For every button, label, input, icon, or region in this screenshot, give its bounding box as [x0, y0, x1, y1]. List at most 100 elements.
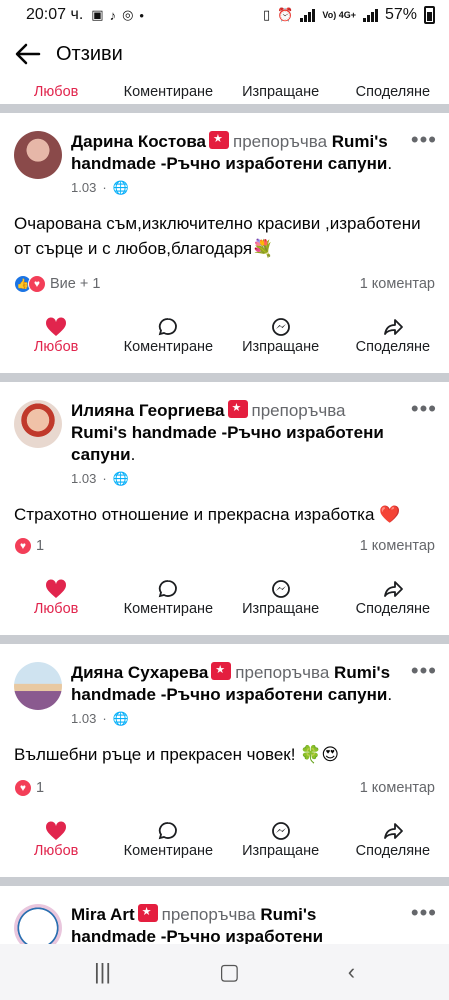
recommend-badge-icon	[209, 131, 230, 149]
comment-label: Коментиране	[123, 601, 214, 617]
share-button[interactable]: Споделяне	[337, 579, 449, 617]
comment-label: Коментиране	[123, 843, 214, 859]
dot-separator: ·	[102, 180, 107, 195]
battery-percent: 57%	[384, 6, 417, 23]
messenger-icon	[271, 822, 290, 840]
avatar[interactable]	[14, 400, 62, 448]
send-label: Изпращане	[242, 843, 320, 859]
more-options-icon[interactable]: •••	[411, 396, 437, 422]
vibrate-icon: ▯	[263, 7, 271, 22]
reaction-icons[interactable]: ♥	[14, 537, 32, 555]
messenger-icon	[271, 318, 290, 336]
author-name[interactable]: Mira Art	[71, 905, 135, 924]
comment-button[interactable]: Коментиране	[112, 317, 224, 355]
send-button[interactable]: Изпращане	[225, 821, 337, 859]
send-button[interactable]: Изпращане	[225, 579, 337, 617]
share-button[interactable]: Споделяне	[337, 78, 449, 100]
send-button[interactable]: Изпращане	[225, 78, 337, 100]
love-label: Любов	[33, 843, 79, 859]
comment-count[interactable]: 1 коментар	[360, 276, 435, 292]
recommends-text: препоръчва	[251, 401, 346, 420]
author-name[interactable]: Дияна Сухарева	[71, 663, 208, 682]
comment-button[interactable]: Коментиране	[112, 821, 224, 859]
share-icon	[383, 581, 403, 597]
status-time: 20:07 ч.	[26, 6, 84, 23]
dot-separator: ·	[102, 711, 107, 726]
more-options-icon[interactable]: •••	[411, 127, 437, 153]
author-name[interactable]: Дарина Костова	[71, 132, 206, 151]
reaction-icons[interactable]: ♥	[14, 779, 32, 797]
signal-icon-2	[362, 8, 378, 22]
comment-icon	[159, 580, 178, 598]
more-options-icon[interactable]: •••	[411, 900, 437, 926]
messenger-icon	[271, 580, 290, 598]
love-label: Любов	[33, 84, 79, 100]
reaction-count[interactable]: 1	[36, 780, 44, 796]
more-options-icon[interactable]: •••	[411, 658, 437, 684]
share-label: Споделяне	[355, 84, 431, 100]
love-button[interactable]: Любов	[0, 579, 112, 617]
review-text: Вълшебни ръце и прекрасен човек! 🍀😍	[14, 745, 340, 764]
avatar[interactable]	[14, 131, 62, 179]
send-label: Изпращане	[242, 339, 320, 355]
love-button[interactable]: Любов	[0, 317, 112, 355]
review-text: Очарована съм,изключително красиви ,изра…	[14, 214, 421, 258]
back-nav-icon[interactable]: ‹	[348, 959, 355, 985]
author-name[interactable]: Илияна Георгиева	[71, 401, 225, 420]
battery-icon	[424, 6, 435, 24]
reaction-count[interactable]: Вие + 1	[50, 276, 100, 292]
review-post: Mira Artпрепоръчва Rumi's handmade -Ръчн…	[0, 886, 449, 944]
heart-filled-icon	[46, 579, 67, 598]
comment-button[interactable]: Коментиране	[112, 78, 224, 100]
send-button[interactable]: Изпращане	[225, 317, 337, 355]
share-icon	[383, 823, 403, 839]
comment-count[interactable]: 1 коментар	[360, 538, 435, 554]
post-date[interactable]: 1.03	[71, 177, 96, 199]
signal-icon	[300, 8, 316, 22]
love-label: Любов	[33, 339, 79, 355]
page-link[interactable]: Rumi's handmade -Ръчно изработени сапуни	[71, 423, 384, 464]
recommends-text: препоръчва	[233, 132, 328, 151]
review-post: Дияна Сухаревапрепоръчва Rumi's handmade…	[0, 644, 449, 863]
share-label: Споделяне	[355, 601, 431, 617]
love-label: Любов	[33, 601, 79, 617]
action-bar: Любов Коментиране Изпращане Споделяне	[0, 575, 449, 621]
post-date[interactable]: 1.03	[71, 708, 96, 730]
avatar[interactable]	[14, 904, 62, 944]
love-button[interactable]: Любов	[0, 78, 112, 100]
review-post: Дарина Костовапрепоръчва Rumi's handmade…	[0, 113, 449, 359]
avatar[interactable]	[14, 662, 62, 710]
review-text: Страхотно отношение и прекрасна изработк…	[14, 505, 401, 524]
send-label: Изпращане	[242, 84, 320, 100]
separator	[0, 635, 449, 644]
network-label: Vo) 4G+	[322, 10, 356, 20]
love-icon: ♥	[28, 275, 46, 293]
status-bar: 20:07 ч. ▣ ♪ ◎ • ▯ ⏰ Vo) 4G+ 57%	[0, 0, 449, 30]
recommends-text: препоръчва	[235, 663, 330, 682]
comment-button[interactable]: Коментиране	[112, 579, 224, 617]
share-button[interactable]: Споделяне	[337, 317, 449, 355]
page-title: Отзиви	[56, 42, 123, 65]
comment-icon	[159, 822, 178, 840]
action-bar-previous: Любов Коментиране Изпращане Споделяне	[0, 78, 449, 104]
dot-separator: ·	[102, 471, 107, 486]
reaction-count[interactable]: 1	[36, 538, 44, 554]
dot-icon: •	[139, 7, 144, 23]
instagram-icon: ◎	[122, 7, 134, 22]
separator	[0, 373, 449, 382]
gallery-icon: ▣	[91, 7, 104, 22]
comment-count[interactable]: 1 коментар	[360, 780, 435, 796]
back-button[interactable]	[0, 30, 56, 78]
globe-icon: 🌐	[112, 180, 129, 195]
reaction-icons[interactable]: 👍 ♥	[14, 275, 46, 293]
comment-label: Коментиране	[123, 84, 214, 100]
recommend-badge-icon	[227, 400, 248, 418]
share-button[interactable]: Споделяне	[337, 821, 449, 859]
separator	[0, 877, 449, 886]
recent-apps-icon[interactable]: |||	[94, 959, 111, 985]
love-button[interactable]: Любов	[0, 821, 112, 859]
post-date[interactable]: 1.03	[71, 468, 96, 490]
heart-filled-icon	[46, 317, 67, 336]
home-icon[interactable]: ▢	[219, 959, 240, 985]
reviews-feed[interactable]: Любов Коментиране Изпращане Споделяне Да…	[0, 78, 449, 944]
